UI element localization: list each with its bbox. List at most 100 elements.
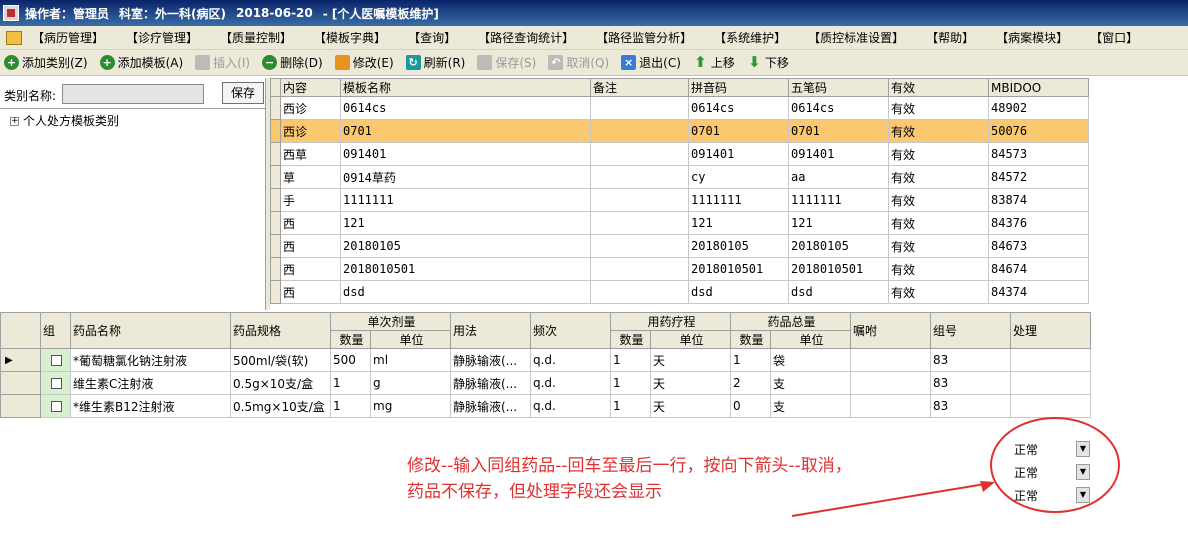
menu-app-icon[interactable] — [6, 30, 22, 45]
template-row[interactable]: 西 2018010501 2018010501 2018010501 有效 84674 — [270, 257, 1089, 281]
template-cell[interactable]: 西诊 — [280, 119, 341, 143]
template-cell[interactable]: 有效 — [888, 188, 989, 212]
drug-cell-process[interactable] — [1010, 348, 1091, 372]
add-template-button[interactable]: + 添加模板(A) — [96, 54, 188, 71]
template-cell[interactable]: 有效 — [888, 142, 989, 166]
template-cell[interactable]: 091401 — [688, 142, 789, 166]
template-cell[interactable]: 2018010501 — [688, 257, 789, 281]
save-button[interactable]: 保存(S) — [473, 54, 540, 71]
template-cell[interactable] — [590, 211, 689, 235]
drug-cell-total-qty[interactable]: 2 — [730, 371, 771, 395]
column-header[interactable]: 单位 — [770, 330, 851, 349]
column-header[interactable]: 组号 — [930, 312, 1011, 349]
template-cell[interactable]: 83874 — [988, 188, 1089, 212]
drug-cell-dose-unit[interactable]: ml — [370, 348, 451, 372]
drug-cell-course-qty[interactable]: 1 — [610, 348, 651, 372]
template-cell[interactable]: 2018010501 — [788, 257, 889, 281]
drug-cell-total-unit[interactable]: 支 — [770, 371, 851, 395]
template-cell[interactable]: 手 — [280, 188, 341, 212]
drug-cell-usage[interactable]: 静脉输液(... — [450, 348, 531, 372]
template-row[interactable]: 手 1111111 1111111 1111111 有效 83874 — [270, 188, 1089, 212]
template-cell[interactable]: 有效 — [888, 211, 989, 235]
drug-cell-advice[interactable] — [850, 394, 931, 418]
template-cell[interactable]: 091401 — [788, 142, 889, 166]
drug-cell-total-unit[interactable]: 袋 — [770, 348, 851, 372]
template-cell[interactable]: 1111111 — [788, 188, 889, 212]
template-cell[interactable]: 84376 — [988, 211, 1089, 235]
template-cell[interactable] — [590, 234, 689, 258]
move-down-button[interactable]: ⬇ 下移 — [743, 54, 793, 71]
menu-item[interactable]: 【质量控制】 — [214, 29, 298, 46]
template-cell[interactable]: 0701 — [340, 119, 591, 143]
group-checkbox-cell[interactable] — [40, 371, 71, 395]
template-cell[interactable] — [590, 280, 689, 304]
menu-item[interactable]: 【窗口】 — [1084, 29, 1144, 46]
template-cell[interactable]: cy — [688, 165, 789, 189]
drug-cell-course-unit[interactable]: 天 — [650, 394, 731, 418]
drug-cell-drug[interactable]: *葡萄糖氯化钠注射液 — [70, 348, 231, 372]
template-cell[interactable]: 有效 — [888, 257, 989, 281]
template-row[interactable]: 西诊 0614cs 0614cs 0614cs 有效 48902 — [270, 96, 1089, 120]
column-header[interactable]: 内容 — [280, 78, 341, 97]
delete-button[interactable]: − 删除(D) — [258, 54, 327, 71]
template-cell[interactable]: 0914草药 — [340, 165, 591, 189]
template-cell[interactable]: 有效 — [888, 119, 989, 143]
template-cell[interactable] — [590, 96, 689, 120]
template-cell[interactable]: 84374 — [988, 280, 1089, 304]
column-header[interactable]: 拼音码 — [688, 78, 789, 97]
template-cell[interactable]: 西 — [280, 280, 341, 304]
column-header[interactable]: 嘱咐 — [850, 312, 931, 349]
menu-item[interactable]: 【质控标准设置】 — [802, 29, 910, 46]
column-header[interactable]: 单位 — [370, 330, 451, 349]
column-header[interactable]: MBIDOO — [988, 78, 1089, 97]
template-cell[interactable]: 84573 — [988, 142, 1089, 166]
template-cell[interactable] — [590, 165, 689, 189]
drug-cell-group-no[interactable]: 83 — [930, 348, 1011, 372]
column-header[interactable]: 药品名称 — [70, 312, 231, 349]
template-cell[interactable]: 20180105 — [788, 234, 889, 258]
drug-cell-process[interactable] — [1010, 371, 1091, 395]
drug-cell-dose-qty[interactable]: 500 — [330, 348, 371, 372]
row-header[interactable] — [270, 280, 281, 304]
drug-cell-spec[interactable]: 0.5g×10支/盒 — [230, 371, 331, 395]
column-header[interactable]: 药品规格 — [230, 312, 331, 349]
column-header[interactable]: 用法 — [450, 312, 531, 349]
menu-item[interactable]: 【帮助】 — [920, 29, 980, 46]
process-dropdown[interactable]: 正常 ▼ — [1014, 462, 1090, 482]
row-header[interactable] — [270, 119, 281, 143]
dropdown-arrow-icon[interactable]: ▼ — [1076, 487, 1090, 503]
column-header[interactable]: 数量 — [330, 330, 371, 349]
column-header[interactable]: 有效 — [888, 78, 989, 97]
group-checkbox[interactable] — [51, 378, 62, 389]
column-header[interactable]: 模板名称 — [340, 78, 591, 97]
process-dropdown[interactable]: 正常 ▼ — [1014, 485, 1090, 505]
drug-cell-dose-qty[interactable]: 1 — [330, 371, 371, 395]
template-row[interactable]: 西草 091401 091401 091401 有效 84573 — [270, 142, 1089, 166]
refresh-button[interactable]: ↻ 刷新(R) — [402, 54, 470, 71]
row-header[interactable]: ▶ — [0, 348, 41, 372]
template-row[interactable]: 西 121 121 121 有效 84376 — [270, 211, 1089, 235]
group-checkbox[interactable] — [51, 401, 62, 412]
template-cell[interactable]: 西 — [280, 257, 341, 281]
column-header[interactable]: 单位 — [650, 330, 731, 349]
drug-cell-course-unit[interactable]: 天 — [650, 371, 731, 395]
template-cell[interactable]: dsd — [788, 280, 889, 304]
drug-row[interactable]: ▶ *葡萄糖氯化钠注射液 500ml/袋(软) 500 ml 静脉输液(... q.d. 1 天… — [0, 348, 1091, 372]
template-cell[interactable]: 西 — [280, 234, 341, 258]
drug-cell-dose-qty[interactable]: 1 — [330, 394, 371, 418]
group-checkbox-cell[interactable] — [40, 348, 71, 372]
row-header[interactable] — [270, 96, 281, 120]
template-cell[interactable] — [590, 257, 689, 281]
template-cell[interactable]: 20180105 — [340, 234, 591, 258]
row-header[interactable] — [0, 371, 41, 395]
column-header[interactable]: 组 — [40, 312, 71, 349]
move-up-button[interactable]: ⬆ 上移 — [689, 54, 739, 71]
template-cell[interactable]: 2018010501 — [340, 257, 591, 281]
drug-cell-advice[interactable] — [850, 371, 931, 395]
column-header[interactable]: 五笔码 — [788, 78, 889, 97]
template-cell[interactable]: 121 — [688, 211, 789, 235]
template-row[interactable]: 草 0914草药 cy aa 有效 84572 — [270, 165, 1089, 189]
drug-cell-drug[interactable]: *维生素B12注射液 — [70, 394, 231, 418]
drug-cell-dose-unit[interactable]: g — [370, 371, 451, 395]
template-cell[interactable]: 84674 — [988, 257, 1089, 281]
